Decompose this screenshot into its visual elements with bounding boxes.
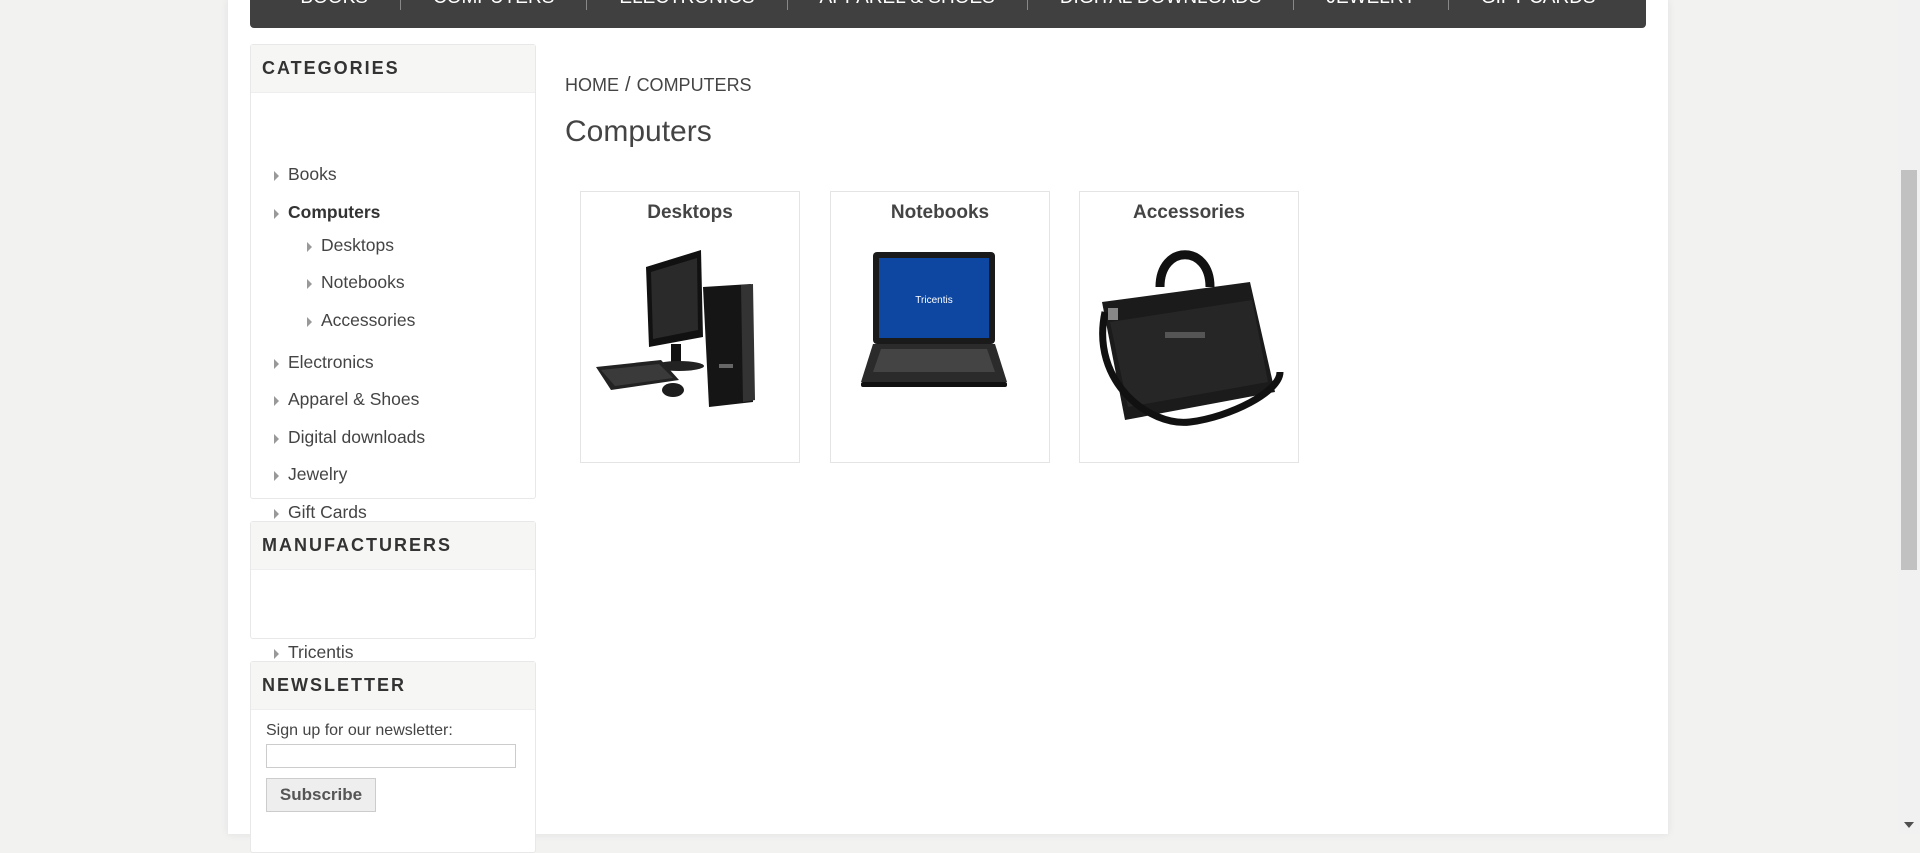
arrow-right-icon [307,279,312,289]
page-scrollbar[interactable] [1898,0,1920,834]
category-label[interactable]: Desktops [321,235,394,256]
topmenu-apparel-shoes[interactable]: APPAREL & SHOES [788,0,1027,9]
notebook-screen-logo: Tricentis [915,295,952,306]
top-menu: BOOKS COMPUTERS ELECTRONICS APPAREL & SH… [250,0,1646,28]
arrow-right-icon [307,317,312,327]
arrow-right-icon [274,649,279,659]
topmenu-computers[interactable]: COMPUTERS [401,0,586,9]
category-label[interactable]: Books [288,164,337,185]
subscribe-button[interactable]: Subscribe [266,778,376,812]
newsletter-email-input[interactable] [266,744,516,768]
scroll-down-arrow-icon[interactable] [1904,822,1914,828]
newsletter-title: NEWSLETTER [251,662,535,710]
category-label[interactable]: Apparel & Shoes [288,389,419,410]
manufacturers-list: Tricentis [251,570,535,662]
arrow-right-icon [274,209,279,219]
categories-list: Books Computers Desktops Notebooks Acces… [251,93,535,522]
topmenu-digital-downloads[interactable]: DIGITAL DOWNLOADS [1028,0,1294,9]
category-label[interactable]: Computers [288,202,380,223]
topmenu-gift-cards[interactable]: GIFT CARDS [1449,0,1628,9]
arrow-right-icon [274,359,279,369]
newsletter-label: Sign up for our newsletter: [266,722,453,739]
manufacturers-title: MANUFACTURERS [251,522,535,570]
categories-block: CATEGORIES Books Computers Desktops Note… [250,44,536,522]
topmenu-books[interactable]: BOOKS [268,0,400,9]
category-label[interactable]: Digital downloads [288,427,425,448]
breadcrumb-current: COMPUTERS [636,75,752,95]
subcategory-card-accessories[interactable]: Accessories [1079,191,1299,463]
category-label[interactable]: Gift Cards [288,502,367,523]
subcategory-title[interactable]: Desktops [581,202,799,224]
category-label[interactable]: Jewelry [288,464,347,485]
manufacturer-label[interactable]: Tricentis [288,642,353,663]
arrow-right-icon [274,171,279,181]
manufacturers-block: MANUFACTURERS Tricentis [250,521,536,662]
breadcrumb-separator: / [625,74,631,96]
arrow-right-icon [307,242,312,252]
subcategory-title[interactable]: Notebooks [831,202,1049,224]
page-container: BOOKS COMPUTERS ELECTRONICS APPAREL & SH… [228,0,1668,853]
category-label[interactable]: Notebooks [321,272,405,293]
topmenu-electronics[interactable]: ELECTRONICS [587,0,786,9]
notebook-laptop-image[interactable]: Tricentis [841,242,1039,442]
subcategory-card-notebooks[interactable]: Notebooks Tricentis [830,191,1050,463]
subcategory-card-desktops[interactable]: Desktops [580,191,800,463]
page-title: Computers [565,115,712,148]
arrow-right-icon [274,396,279,406]
newsletter-block: NEWSLETTER Sign up for our newsletter: S… [250,661,536,853]
laptop-bag-image[interactable] [1090,242,1288,442]
categories-title: CATEGORIES [251,45,535,93]
subcategory-title[interactable]: Accessories [1080,202,1298,224]
topmenu-jewelry[interactable]: JEWELRY [1294,0,1447,9]
breadcrumb-home-link[interactable]: HOME [565,75,619,95]
scrollbar-thumb[interactable] [1901,170,1917,570]
desktop-computer-image[interactable] [591,242,789,442]
breadcrumb: HOME / COMPUTERS [565,74,752,97]
category-label[interactable]: Electronics [288,352,374,373]
arrow-right-icon [274,471,279,481]
category-label[interactable]: Accessories [321,310,415,331]
arrow-right-icon [274,434,279,444]
arrow-right-icon [274,509,279,519]
